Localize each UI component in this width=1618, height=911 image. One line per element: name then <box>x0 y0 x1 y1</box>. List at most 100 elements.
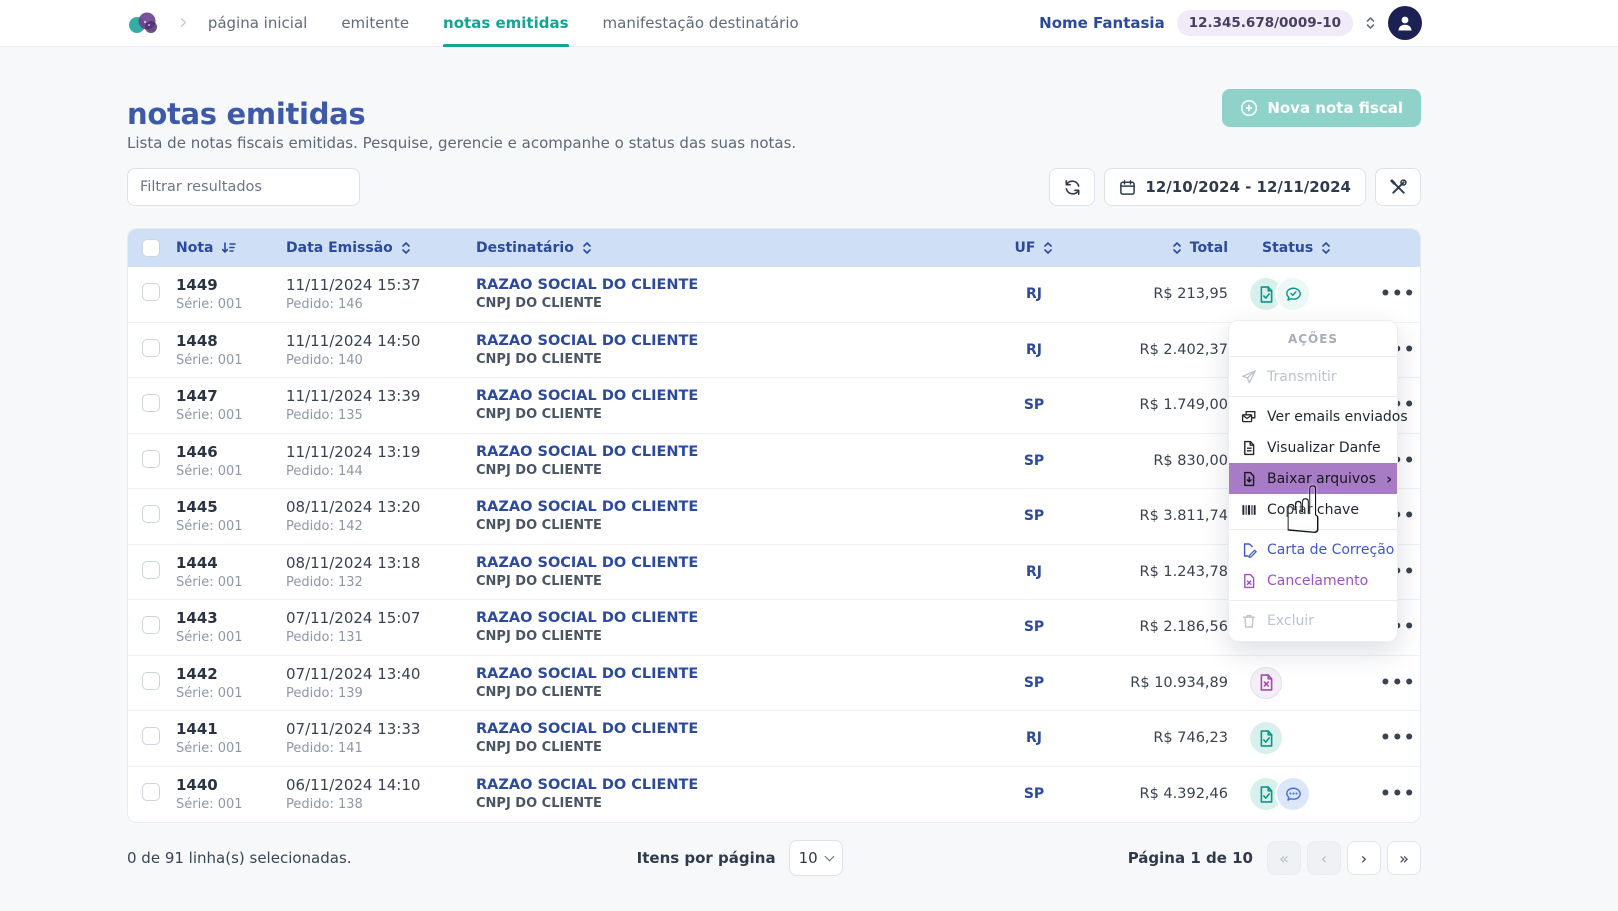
nota-number: 1441 <box>176 720 286 738</box>
destinatario-link[interactable]: RAZAO SOCIAL DO CLIENTE <box>476 610 974 626</box>
row-checkbox[interactable] <box>142 339 160 357</box>
column-header-total[interactable]: Total <box>1094 240 1244 256</box>
uf-value: RJ <box>974 564 1094 580</box>
column-header-nota[interactable]: Nota <box>176 240 286 256</box>
filter-input[interactable] <box>127 168 360 206</box>
row-checkbox[interactable] <box>142 450 160 468</box>
total-value: R$ 3.811,74 <box>1094 508 1244 524</box>
menu-item-ver-emails[interactable]: Ver emails enviados <box>1229 401 1397 432</box>
menu-item-excluir: Excluir <box>1229 605 1397 636</box>
total-value: R$ 2.186,56 <box>1094 619 1244 635</box>
uf-value: SP <box>974 619 1094 635</box>
select-all-checkbox[interactable] <box>142 239 160 257</box>
destinatario-cnpj: CNPJ DO CLIENTE <box>476 407 974 422</box>
column-header-destinatario[interactable]: Destinatário <box>476 240 974 256</box>
new-note-button[interactable]: Nova nota fiscal <box>1222 89 1421 127</box>
document-icon <box>1241 440 1257 456</box>
row-checkbox[interactable] <box>142 561 160 579</box>
nota-serie: Série: 001 <box>176 297 286 312</box>
calendar-icon <box>1119 179 1136 196</box>
total-value: R$ 1.243,78 <box>1094 564 1244 580</box>
sort-updown-icon <box>582 240 592 256</box>
row-actions-button[interactable]: ••• <box>1374 727 1421 749</box>
row-checkbox[interactable] <box>142 394 160 412</box>
column-header-data-emissao[interactable]: Data Emissão <box>286 240 476 256</box>
row-checkbox[interactable] <box>142 783 160 801</box>
destinatario-link[interactable]: RAZAO SOCIAL DO CLIENTE <box>476 666 974 682</box>
destinatario-link[interactable]: RAZAO SOCIAL DO CLIENTE <box>476 721 974 737</box>
nav-manifestacao-destinatario[interactable]: manifestação destinatário <box>603 0 799 47</box>
table-row: 1442Série: 001 07/11/2024 13:40Pedido: 1… <box>128 656 1420 712</box>
table-row: 1441Série: 001 07/11/2024 13:33Pedido: 1… <box>128 711 1420 767</box>
chat-check-status-icon[interactable] <box>1277 278 1309 310</box>
nota-serie: Série: 001 <box>176 686 286 701</box>
emails-icon <box>1241 409 1257 425</box>
sort-descending-icon <box>221 241 236 255</box>
row-checkbox[interactable] <box>142 672 160 690</box>
previous-page-button[interactable]: ‹ <box>1307 841 1341 875</box>
pedido-number: Pedido: 140 <box>286 353 476 368</box>
destinatario-link[interactable]: RAZAO SOCIAL DO CLIENTE <box>476 333 974 349</box>
uf-value: SP <box>974 453 1094 469</box>
emission-date: 11/11/2024 15:37 <box>286 276 476 294</box>
menu-item-visualizar-danfe[interactable]: Visualizar Danfe <box>1229 432 1397 463</box>
company-switcher-icon[interactable] <box>1365 15 1376 31</box>
doc-check-status-icon[interactable] <box>1250 722 1282 754</box>
date-range-button[interactable]: 12/10/2024 - 12/11/2024 <box>1104 168 1366 206</box>
row-checkbox[interactable] <box>142 283 160 301</box>
row-checkbox[interactable] <box>142 727 160 745</box>
doc-x-status-icon[interactable] <box>1250 667 1282 699</box>
emission-date: 08/11/2024 13:18 <box>286 554 476 572</box>
first-page-button[interactable]: « <box>1267 841 1301 875</box>
row-actions-button[interactable]: ••• <box>1374 283 1421 305</box>
destinatario-link[interactable]: RAZAO SOCIAL DO CLIENTE <box>476 555 974 571</box>
tools-button[interactable] <box>1375 168 1421 206</box>
emission-date: 07/11/2024 15:07 <box>286 609 476 627</box>
destinatario-link[interactable]: RAZAO SOCIAL DO CLIENTE <box>476 277 974 293</box>
chat-dots-status-icon[interactable] <box>1277 778 1309 810</box>
pedido-number: Pedido: 141 <box>286 741 476 756</box>
paper-plane-icon <box>1241 369 1257 385</box>
nav-notas-emitidas[interactable]: notas emitidas <box>443 0 568 47</box>
pedido-number: Pedido: 139 <box>286 686 476 701</box>
nota-serie: Série: 001 <box>176 797 286 812</box>
nota-number: 1440 <box>176 776 286 794</box>
refresh-icon <box>1063 178 1082 197</box>
last-page-button[interactable]: » <box>1387 841 1421 875</box>
status-cell <box>1244 278 1374 310</box>
items-per-page-select[interactable]: 10 <box>789 840 843 876</box>
nota-serie: Série: 001 <box>176 408 286 423</box>
destinatario-link[interactable]: RAZAO SOCIAL DO CLIENTE <box>476 777 974 793</box>
document-cancel-icon <box>1241 573 1257 589</box>
main-nav: página inicial emitente notas emitidas m… <box>208 0 799 47</box>
emission-date: 08/11/2024 13:20 <box>286 498 476 516</box>
trash-icon <box>1241 613 1257 629</box>
refresh-button[interactable] <box>1049 168 1095 206</box>
total-value: R$ 213,95 <box>1094 286 1244 302</box>
table-row: 1445Série: 001 08/11/2024 13:20Pedido: 1… <box>128 489 1420 545</box>
nav-emitente[interactable]: emitente <box>341 0 409 47</box>
app-logo[interactable] <box>127 10 161 36</box>
total-value: R$ 1.749,00 <box>1094 397 1244 413</box>
column-header-status[interactable]: Status <box>1244 240 1374 256</box>
notes-table: Nota Data Emissão Destinatário UF Total … <box>127 228 1421 823</box>
user-avatar[interactable] <box>1388 6 1422 40</box>
menu-item-cancelamento[interactable]: Cancelamento <box>1229 565 1397 596</box>
company-name: Nome Fantasia <box>1039 14 1165 32</box>
emission-date: 06/11/2024 14:10 <box>286 776 476 794</box>
row-actions-button[interactable]: ••• <box>1374 783 1421 805</box>
row-actions-button[interactable]: ••• <box>1374 672 1421 694</box>
row-checkbox[interactable] <box>142 616 160 634</box>
company-cnpj-badge[interactable]: 12.345.678/0009-10 <box>1177 10 1353 36</box>
nota-number: 1442 <box>176 665 286 683</box>
destinatario-link[interactable]: RAZAO SOCIAL DO CLIENTE <box>476 388 974 404</box>
pedido-number: Pedido: 132 <box>286 575 476 590</box>
table-row: 1449Série: 001 11/11/2024 15:37Pedido: 1… <box>128 267 1420 323</box>
nav-pagina-inicial[interactable]: página inicial <box>208 0 308 47</box>
row-checkbox[interactable] <box>142 505 160 523</box>
destinatario-link[interactable]: RAZAO SOCIAL DO CLIENTE <box>476 444 974 460</box>
next-page-button[interactable]: › <box>1347 841 1381 875</box>
column-header-uf[interactable]: UF <box>974 240 1094 256</box>
page-title: notas emitidas <box>127 97 365 131</box>
destinatario-link[interactable]: RAZAO SOCIAL DO CLIENTE <box>476 499 974 515</box>
